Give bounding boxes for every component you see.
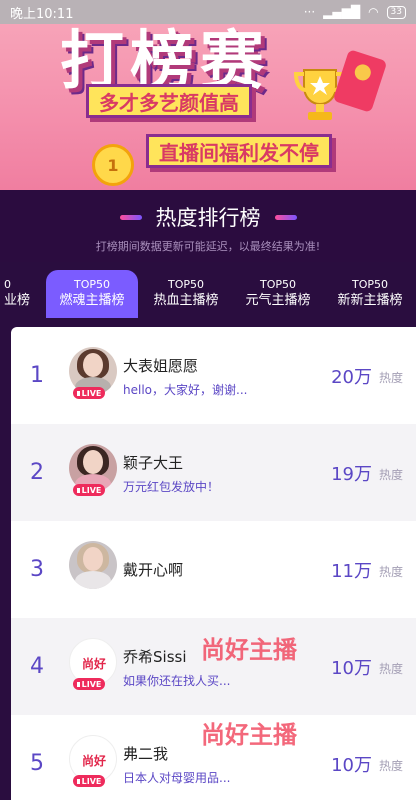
tab-label: 热血主播榜	[153, 293, 219, 308]
rank-number: 3	[30, 557, 44, 582]
streamer-name: 戴开心啊	[123, 561, 184, 579]
wifi-icon: ◠	[368, 5, 379, 19]
tab-top-label: TOP50	[351, 278, 388, 291]
promo-banner[interactable]: 打榜赛 多才多艺颜值高 直播间福利发不停 1	[0, 24, 416, 190]
list-item[interactable]: 2 LIVE 颖子大王 万元红包发放中！ 19万 热度	[11, 424, 416, 521]
banner-tag-1: 多才多艺颜值高	[86, 84, 252, 118]
tab-1[interactable]: TOP50 燃魂主播榜	[46, 270, 138, 318]
streamer-intro: hello，大家好，谢谢...	[123, 383, 248, 397]
heat-label: 热度	[378, 468, 403, 482]
tab-label: 业榜	[4, 293, 31, 308]
tab-2[interactable]: TOP50 热血主播榜	[140, 270, 232, 318]
streamer-name: 大表姐愿愿	[123, 357, 199, 375]
signal-icon: ▂▄▆█	[323, 5, 361, 19]
heat-label: 热度	[378, 565, 403, 579]
live-badge: LIVE	[73, 775, 105, 787]
rank-number: 4	[30, 654, 44, 679]
list-item[interactable]: 5 尚好 LIVE 弗二我 日本人对母婴用品... 10万 热度 尚好主播	[11, 715, 416, 800]
tab-top-label: TOP50	[259, 278, 296, 291]
brand-logo: 尚好	[81, 657, 106, 671]
heat-score: 20万	[331, 367, 372, 388]
live-badge: LIVE	[73, 484, 105, 496]
red-envelope-icon	[332, 49, 388, 113]
rank-number: 5	[30, 751, 44, 776]
ranking-list: 1 LIVE 大表姐愿愿 hello，大家好，谢谢... 20万 热度 2 LI…	[11, 327, 416, 800]
heat-score: 19万	[331, 464, 372, 485]
streamer-name: 弗二我	[123, 745, 169, 763]
rank-number: 2	[30, 460, 44, 485]
streamer-intro: 如果你还在找人买...	[123, 674, 231, 688]
live-badge: LIVE	[73, 387, 105, 399]
tab-top-label: TOP50	[167, 278, 204, 291]
tab-label: 燃魂主播榜	[59, 293, 125, 308]
list-item[interactable]: 1 LIVE 大表姐愿愿 hello，大家好，谢谢... 20万 热度	[11, 327, 416, 424]
heat-score: 11万	[331, 561, 372, 582]
banner-tag-2: 直播间福利发不停	[146, 134, 332, 168]
brand-logo: 尚好	[81, 754, 106, 768]
live-badge: LIVE	[73, 678, 105, 690]
streamer-intro: 万元红包发放中！	[123, 480, 220, 494]
rank-number: 1	[30, 363, 44, 388]
watermark: 尚好主播	[201, 636, 297, 664]
heat-label: 热度	[378, 759, 403, 773]
watermark: 尚好主播	[201, 721, 297, 749]
tab-top-label: 0	[4, 278, 11, 291]
tab-label: 元气主播榜	[245, 293, 311, 308]
ranking-header: 热度排行榜 打榜期间数据更新可能延迟，以最终结果为准!	[0, 190, 416, 262]
tab-3[interactable]: TOP50 元气主播榜	[232, 270, 324, 318]
heat-score: 10万	[331, 658, 372, 679]
status-bar: 晚上10:11 ··· ▂▄▆█ ◠ 33	[0, 0, 416, 24]
heat-score: 10万	[331, 755, 372, 776]
title-deco-left	[119, 214, 142, 220]
status-time: 晚上10:11	[10, 6, 74, 22]
tab-top-label: TOP50	[73, 278, 110, 291]
medal-icon: 1	[92, 144, 134, 186]
ranking-tabs: 0 业榜 TOP50 燃魂主播榜 TOP50 热血主播榜 TOP50 元气主播榜…	[0, 270, 416, 320]
heat-label: 热度	[378, 371, 403, 385]
status-icons: ··· ▂▄▆█ ◠ 33	[304, 5, 406, 19]
title-deco-right	[274, 214, 297, 220]
list-item[interactable]: 4 尚好 LIVE 乔希Sissi 如果你还在找人买... 10万 热度 尚好主…	[11, 618, 416, 715]
streamer-name: 颖子大王	[123, 454, 184, 472]
streamer-name: 乔希Sissi	[123, 648, 187, 666]
avatar[interactable]	[69, 541, 117, 589]
battery-icon: 33	[386, 5, 406, 19]
heat-label: 热度	[378, 662, 403, 676]
more-icon: ···	[303, 5, 316, 19]
streamer-intro: 日本人对母婴用品...	[123, 771, 231, 785]
ranking-subtitle: 打榜期间数据更新可能延迟，以最终结果为准!	[95, 240, 321, 253]
ranking-title-row: 热度排行榜	[0, 202, 416, 232]
tab-label: 新新主播榜	[337, 293, 403, 308]
tab-4[interactable]: TOP50 新新主播榜	[324, 270, 416, 318]
list-item[interactable]: 3 戴开心啊 11万 热度	[11, 521, 416, 618]
ranking-title: 热度排行榜	[155, 206, 261, 230]
tab-0[interactable]: 0 业榜	[0, 270, 40, 318]
